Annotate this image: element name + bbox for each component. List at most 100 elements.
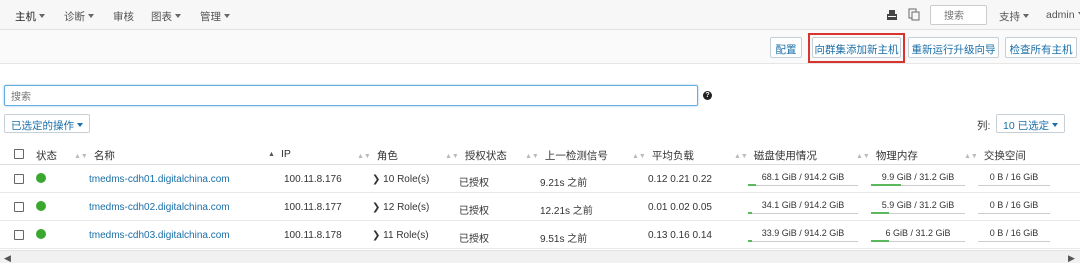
config-button[interactable]: 配置 (770, 37, 802, 58)
nav-hosts-menu[interactable]: 主机 (15, 9, 45, 24)
help-icon[interactable]: ? (703, 91, 712, 100)
last-heartbeat: 9.21s 之前 (540, 178, 588, 189)
expand-arrow-icon: ❯ (372, 230, 384, 241)
status-good-icon (36, 229, 46, 239)
disk-usage-fill (748, 212, 753, 214)
sort-icon: ▲▼ (964, 153, 978, 160)
column-header-disk[interactable]: ▲▼ 磁盘使用情况 (734, 148, 817, 163)
scroll-left-icon[interactable]: ◀ (4, 253, 11, 264)
parcel-icon[interactable] (886, 9, 898, 21)
expand-arrow-icon: ❯ (372, 174, 384, 185)
chevron-down-icon (1052, 123, 1059, 127)
chevron-down-icon (1023, 14, 1029, 18)
selected-actions-dropdown[interactable]: 已选定的操作 (4, 114, 90, 133)
nav-admin-menu[interactable]: 管理 (200, 9, 230, 24)
user-menu[interactable]: admin (1046, 9, 1080, 21)
column-header-name[interactable]: ▲▼ 名称 (74, 148, 115, 163)
column-header-status[interactable]: 状态 (36, 148, 57, 163)
disk-usage-fill (748, 184, 757, 186)
top-navbar: 主机 诊断 审核 图表 管理 支持 admin (0, 0, 1080, 30)
highlight-box (808, 33, 905, 63)
row-checkbox[interactable] (14, 174, 24, 184)
average-load: 0.12 0.21 0.22 (648, 174, 712, 185)
column-header-load[interactable]: ▲▼ 平均负载 (632, 148, 694, 163)
host-ip: 100.11.8.176 (284, 174, 342, 185)
global-search-input[interactable] (930, 5, 987, 25)
column-header-swap[interactable]: ▲▼ 交换空间 (964, 148, 1026, 163)
sort-asc-icon: ▲ (268, 151, 275, 158)
nav-diagnostics-menu[interactable]: 诊断 (64, 9, 94, 24)
column-header-ip[interactable]: ▲ IP (268, 148, 291, 160)
chevron-down-icon (224, 14, 230, 18)
swap-usage-track (978, 241, 1050, 242)
swap-usage-bar: 0 B / 16 GiB (978, 228, 1050, 242)
disk-usage-track (748, 241, 858, 242)
disk-usage-bar: 68.1 GiB / 914.2 GiB (748, 172, 858, 186)
sort-icon: ▲▼ (734, 153, 748, 160)
roles-toggle[interactable]: ❯ 11 Role(s) (372, 230, 429, 241)
scroll-right-icon[interactable]: ▶ (1068, 253, 1075, 264)
host-name-link[interactable]: tmedms-cdh03.digitalchina.com (89, 230, 230, 241)
sort-icon: ▲▼ (632, 153, 646, 160)
license-status: 已授权 (459, 234, 489, 245)
user-label: admin (1046, 9, 1075, 21)
support-menu[interactable]: 支持 (999, 9, 1029, 24)
memory-usage-text: 9.9 GiB / 31.2 GiB (881, 172, 955, 182)
horizontal-scrollbar[interactable]: ◀ ▶ (0, 250, 1080, 263)
nav-charts-menu[interactable]: 图表 (151, 9, 181, 24)
disk-usage-bar: 33.9 GiB / 914.2 GiB (748, 228, 858, 242)
inspect-all-hosts-button[interactable]: 检查所有主机 (1005, 37, 1077, 58)
disk-usage-track (748, 213, 858, 214)
memory-usage-text: 5.9 GiB / 31.2 GiB (881, 200, 955, 210)
nav-audit-link[interactable]: 审核 (113, 9, 134, 24)
disk-usage-text: 34.1 GiB / 914.2 GiB (761, 200, 845, 210)
row-checkbox[interactable] (14, 202, 24, 212)
table-row: tmedms-cdh02.digitalchina.com 100.11.8.1… (0, 194, 1080, 221)
swap-usage-text: 0 B / 16 GiB (989, 228, 1039, 238)
column-header-roles[interactable]: ▲▼ 角色 (357, 148, 398, 163)
host-name-link[interactable]: tmedms-cdh01.digitalchina.com (89, 174, 230, 185)
host-name-link[interactable]: tmedms-cdh02.digitalchina.com (89, 202, 230, 213)
column-header-memory[interactable]: ▲▼ 物理内存 (856, 148, 918, 163)
selected-actions-label: 已选定的操作 (11, 120, 74, 132)
nav-charts-label: 图表 (151, 11, 172, 23)
swap-usage-track (978, 185, 1050, 186)
host-ip: 100.11.8.178 (284, 230, 342, 241)
disk-usage-track (748, 185, 858, 186)
host-filter-input[interactable] (4, 85, 698, 106)
swap-usage-text: 0 B / 16 GiB (989, 200, 1039, 210)
column-header-license[interactable]: ▲▼ 授权状态 (445, 148, 507, 163)
chevron-down-icon (88, 14, 94, 18)
swap-usage-bar: 0 B / 16 GiB (978, 172, 1050, 186)
disk-usage-bar: 34.1 GiB / 914.2 GiB (748, 200, 858, 214)
last-heartbeat: 12.21s 之前 (540, 206, 593, 217)
chevron-down-icon (39, 14, 45, 18)
disk-usage-text: 68.1 GiB / 914.2 GiB (761, 172, 845, 182)
tasks-icon[interactable] (908, 8, 920, 21)
host-ip: 100.11.8.177 (284, 202, 342, 213)
row-checkbox[interactable] (14, 230, 24, 240)
nav-admin-label: 管理 (200, 11, 221, 23)
table-row: tmedms-cdh03.digitalchina.com 100.11.8.1… (0, 222, 1080, 249)
swap-usage-track (978, 213, 1050, 214)
roles-count: 12 Role(s) (383, 202, 430, 213)
sort-icon: ▲▼ (525, 153, 539, 160)
swap-usage-bar: 0 B / 16 GiB (978, 200, 1050, 214)
columns-value: 10 已选定 (1003, 120, 1050, 132)
roles-toggle[interactable]: ❯ 10 Role(s) (372, 174, 429, 185)
action-toolbar: 配置 向群集添加新主机 重新运行升级向导 检查所有主机 (0, 30, 1080, 64)
rerun-upgrade-wizard-button[interactable]: 重新运行升级向导 (908, 37, 999, 58)
roles-toggle[interactable]: ❯ 12 Role(s) (372, 202, 429, 213)
columns-label: 列: (977, 120, 991, 132)
columns-dropdown[interactable]: 10 已选定 (996, 114, 1066, 133)
disk-usage-text: 33.9 GiB / 914.2 GiB (761, 228, 845, 238)
last-heartbeat: 9.51s 之前 (540, 234, 588, 245)
select-all-checkbox[interactable] (14, 149, 24, 159)
chevron-down-icon (77, 123, 83, 127)
average-load: 0.13 0.16 0.14 (648, 230, 712, 241)
table-row: tmedms-cdh01.digitalchina.com 100.11.8.1… (0, 166, 1080, 193)
license-status: 已授权 (459, 178, 489, 189)
status-good-icon (36, 201, 46, 211)
column-header-heartbeat[interactable]: ▲▼ 上一检测信号 (525, 148, 608, 163)
memory-usage-fill (871, 184, 901, 186)
